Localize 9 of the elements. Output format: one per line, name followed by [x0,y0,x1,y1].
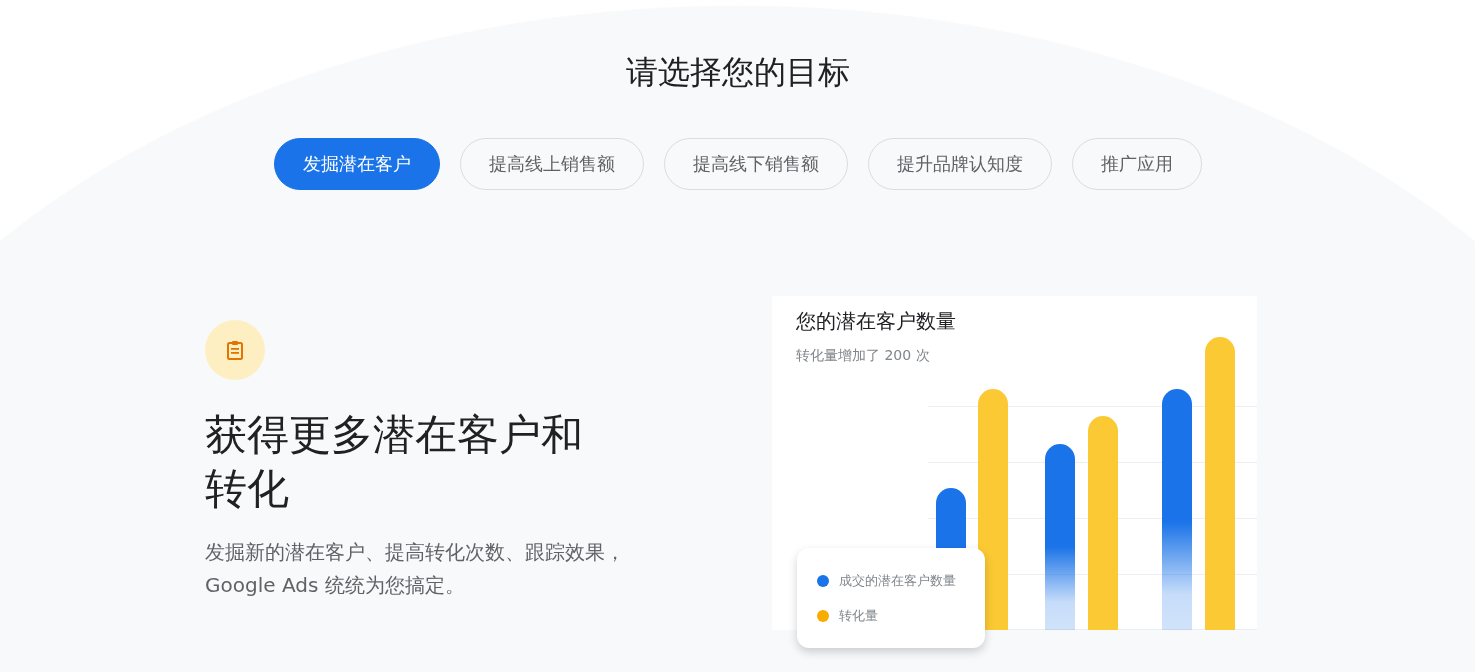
legend-label: 转化量 [839,606,878,625]
chart-subtitle: 转化量增加了 200 次 [796,346,930,364]
feature-title: 获得更多潜在客户和转化 [205,409,584,515]
feature-description: 发掘新的潜在客户、提高转化次数、跟踪效果，Google Ads 统统为您搞定。 [205,539,626,599]
legend-label: 成交的潜在客户数量 [839,571,956,590]
chart-title: 您的潜在客户数量 [796,308,956,334]
clipboard-icon [205,320,265,380]
page-heading: 请选择您的目标 [625,52,850,93]
goal-tab[interactable]: 发掘潜在客户 [273,138,440,190]
